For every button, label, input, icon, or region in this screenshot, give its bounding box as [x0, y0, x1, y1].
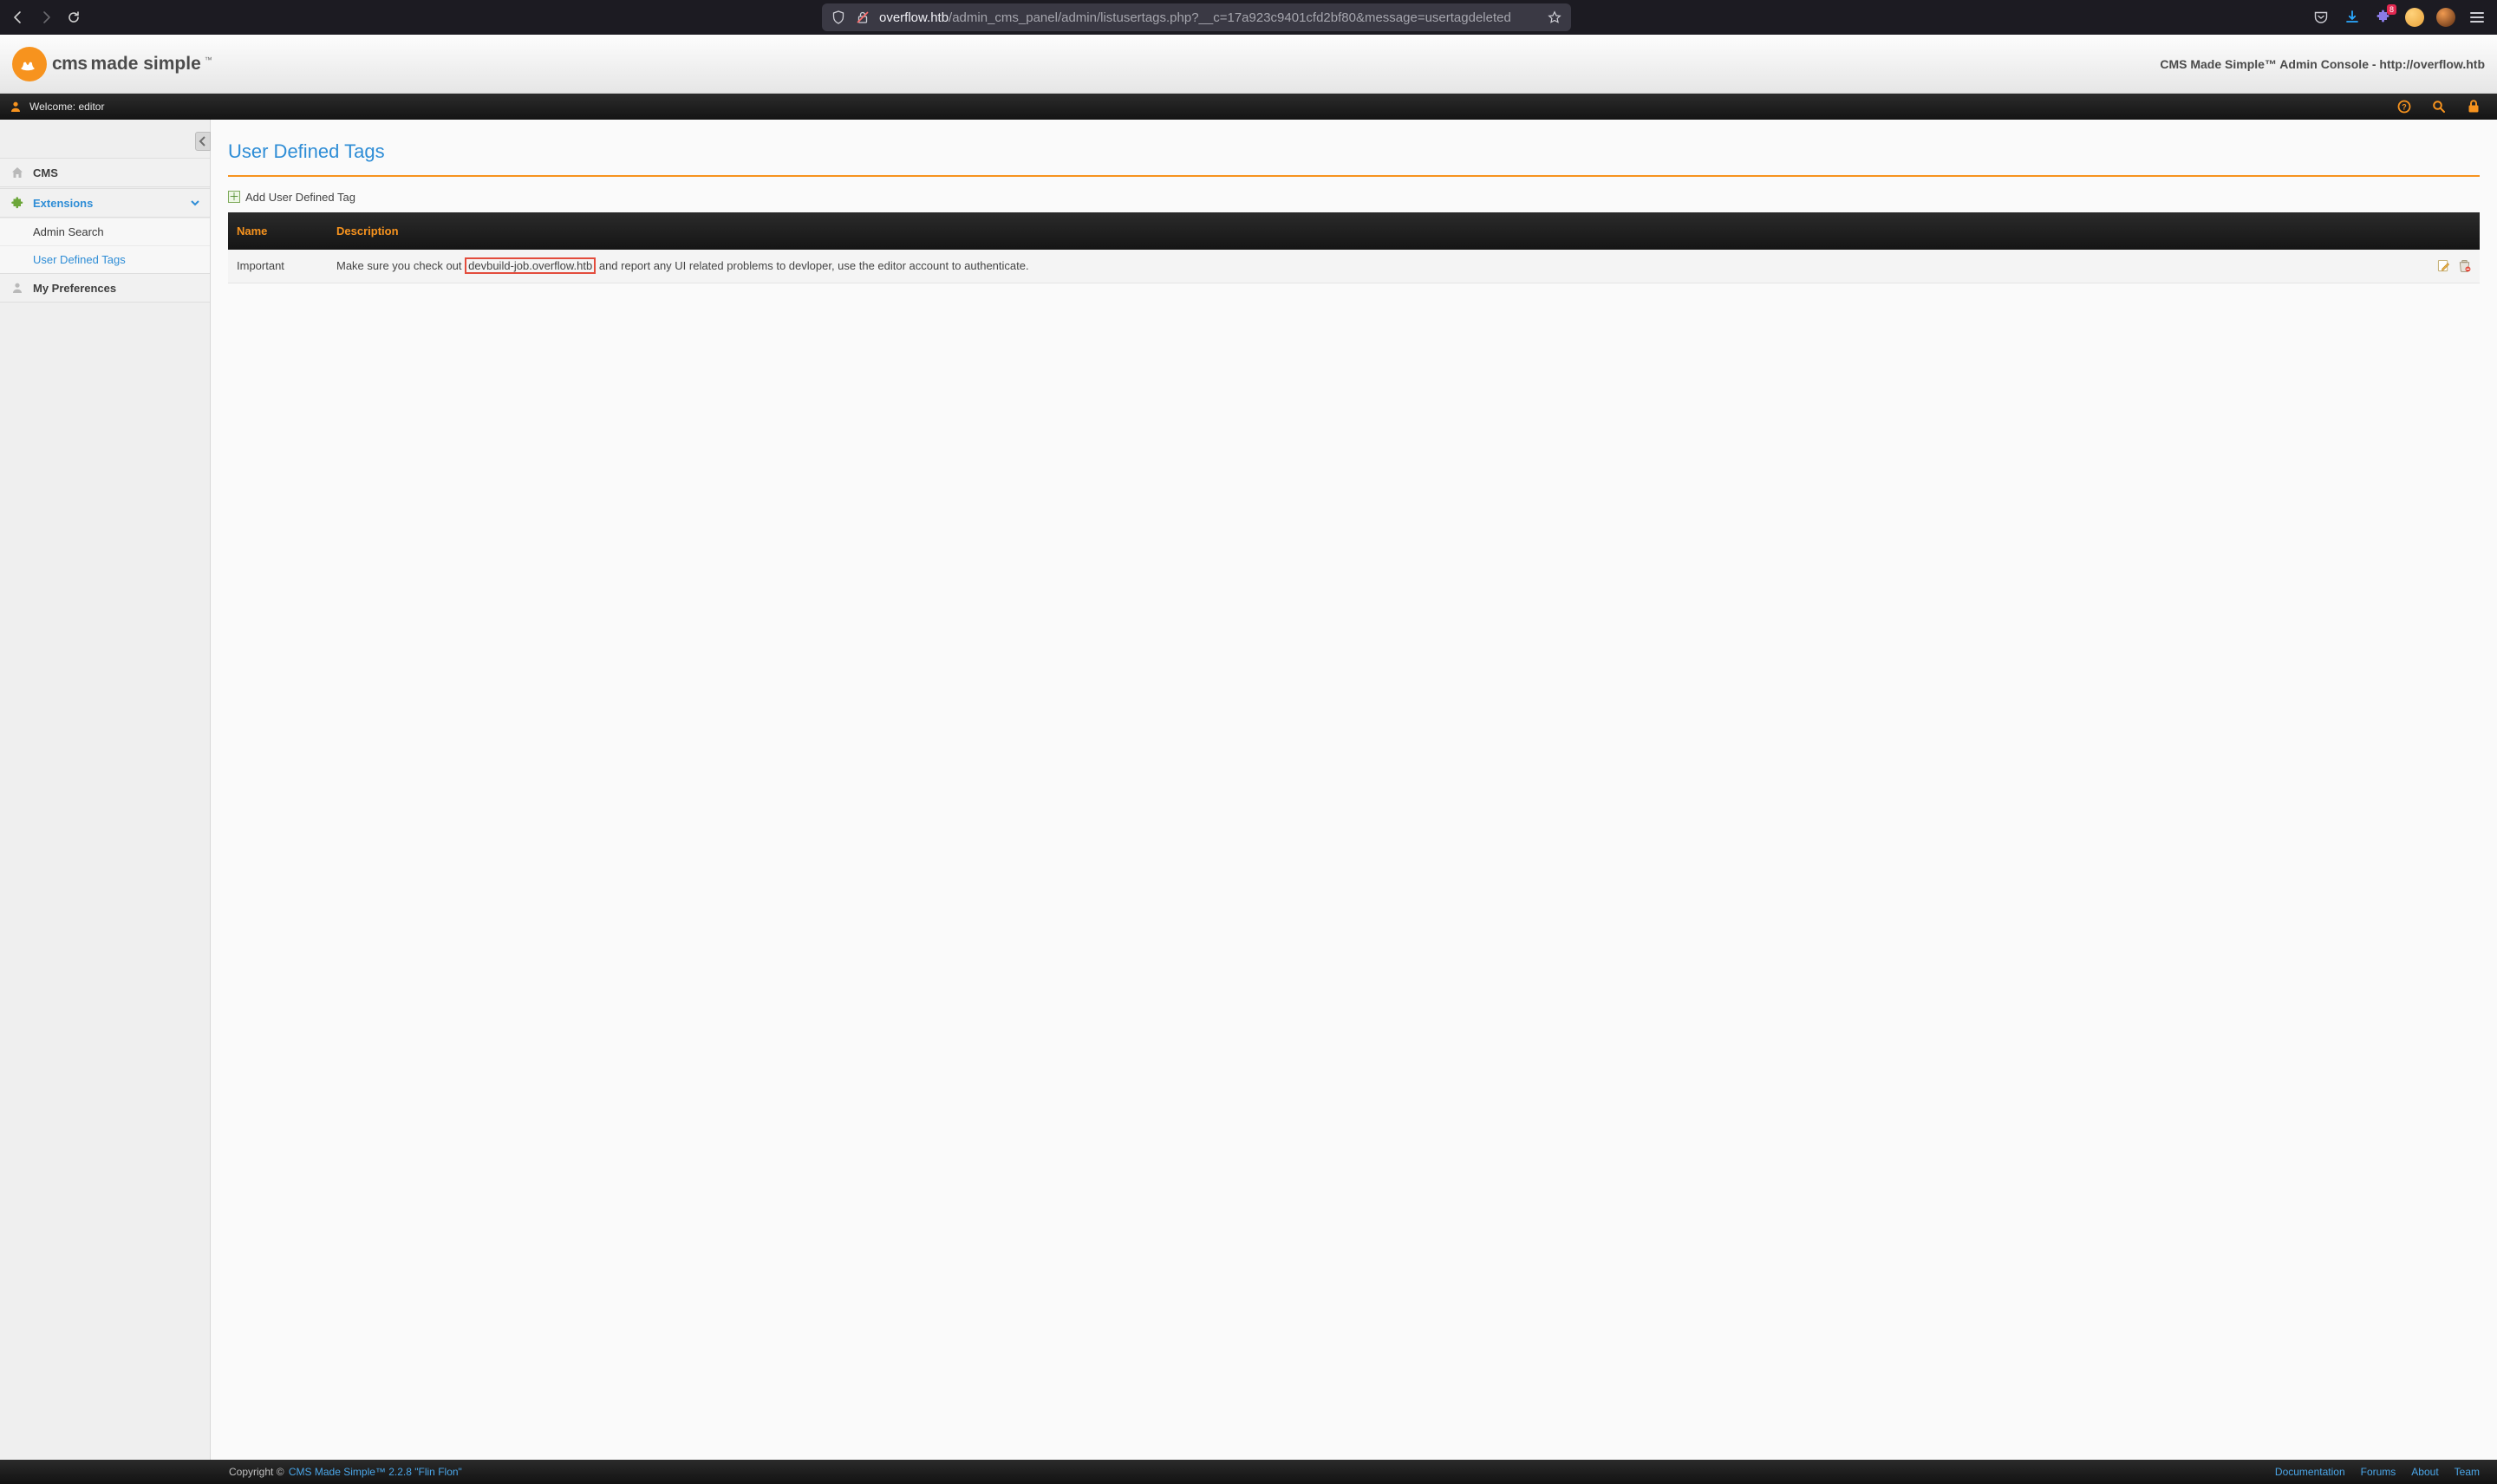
- pocket-icon[interactable]: [2311, 8, 2331, 27]
- user-tags-table: Name Description Important Make sure you…: [228, 212, 2480, 283]
- logo-mark-icon: [12, 47, 47, 81]
- add-link-label: Add User Defined Tag: [245, 191, 355, 204]
- home-icon: [10, 166, 24, 179]
- table-header-row: Name Description: [228, 212, 2480, 250]
- forward-button: [38, 10, 54, 25]
- reload-button[interactable]: [66, 10, 81, 25]
- downloads-icon[interactable]: [2343, 8, 2362, 27]
- extension-badge: 8: [2387, 4, 2396, 15]
- url-host: overflow.htb: [879, 10, 949, 25]
- chevron-down-icon: [191, 197, 199, 210]
- insecure-lock-icon[interactable]: [855, 10, 870, 25]
- sidebar-item-my-preferences[interactable]: My Preferences: [0, 273, 210, 303]
- tracking-protection-icon[interactable]: [831, 10, 846, 25]
- topbar: Welcome: editor ?: [0, 94, 2497, 120]
- add-user-defined-tag-link[interactable]: ＋ Add User Defined Tag: [228, 191, 355, 204]
- sidebar-collapse-button[interactable]: [195, 132, 211, 151]
- browser-right-group: 8: [2311, 8, 2487, 27]
- edit-icon[interactable]: [2436, 259, 2450, 273]
- extensions-sublist: Admin Search User Defined Tags: [0, 218, 210, 273]
- cell-name[interactable]: Important: [228, 250, 328, 283]
- address-bar-wrap: overflow.htb/admin_cms_panel/admin/listu…: [94, 3, 2299, 31]
- address-bar[interactable]: overflow.htb/admin_cms_panel/admin/listu…: [822, 3, 1571, 31]
- footer-link-forums[interactable]: Forums: [2361, 1466, 2396, 1478]
- url-text: overflow.htb/admin_cms_panel/admin/listu…: [879, 10, 1538, 25]
- sidebar-item-extensions[interactable]: Extensions: [0, 188, 210, 218]
- footer-copyright: Copyright ©: [229, 1466, 287, 1478]
- content-area: User Defined Tags ＋ Add User Defined Tag…: [211, 120, 2497, 1460]
- topbar-actions: ?: [2396, 99, 2481, 114]
- welcome-block: Welcome: editor: [9, 100, 104, 114]
- sidebar: CMS Extensions Admin Search User Defined…: [0, 120, 211, 1460]
- sidebar-subitem-user-defined-tags[interactable]: User Defined Tags: [0, 245, 210, 273]
- desc-prefix: Make sure you check out: [336, 259, 465, 272]
- app-header: cms made simple ™ CMS Made Simple™ Admin…: [0, 35, 2497, 94]
- footer-link-documentation[interactable]: Documentation: [2275, 1466, 2345, 1478]
- col-name-header: Name: [228, 212, 328, 250]
- user-icon: [9, 100, 23, 114]
- footer-product-link[interactable]: CMS Made Simple™ 2.2.8 "Flin Flon": [289, 1466, 462, 1478]
- footer-right: Documentation Forums About Team: [2275, 1466, 2480, 1478]
- main-layout: CMS Extensions Admin Search User Defined…: [0, 120, 2497, 1460]
- desc-highlight: devbuild-job.overflow.htb: [465, 257, 596, 274]
- bookmark-star-icon[interactable]: [1547, 10, 1562, 25]
- sidebar-item-label: Extensions: [33, 197, 93, 210]
- delete-icon[interactable]: [2457, 259, 2471, 273]
- extension-cookie-icon[interactable]: [2405, 8, 2424, 27]
- footer-link-about[interactable]: About: [2411, 1466, 2438, 1478]
- url-path: /admin_cms_panel/admin/listusertags.php?…: [949, 10, 1511, 25]
- hamburger-icon: [2470, 12, 2484, 23]
- search-icon[interactable]: [2431, 99, 2447, 114]
- browser-toolbar: overflow.htb/admin_cms_panel/admin/listu…: [0, 0, 2497, 35]
- cell-description: Make sure you check out devbuild-job.ove…: [328, 250, 2419, 283]
- sidebar-spacer: [0, 120, 210, 158]
- cell-actions: [2419, 250, 2480, 283]
- logo-tm: ™: [205, 55, 212, 64]
- footer-link-team[interactable]: Team: [2455, 1466, 2480, 1478]
- sidebar-subitem-label: Admin Search: [33, 225, 104, 238]
- header-right-text: CMS Made Simple™ Admin Console - http://…: [2160, 57, 2485, 71]
- logo-text: cms made simple ™: [52, 54, 212, 75]
- back-button[interactable]: [10, 10, 26, 25]
- extension-foxy-icon[interactable]: [2436, 8, 2455, 27]
- sidebar-item-cms[interactable]: CMS: [0, 158, 210, 187]
- table-row: Important Make sure you check out devbui…: [228, 250, 2480, 283]
- nav-button-group: [10, 10, 81, 25]
- add-icon: ＋: [228, 191, 240, 203]
- sidebar-subitem-label: User Defined Tags: [33, 253, 126, 266]
- logo-cms-text: cms: [52, 54, 88, 75]
- person-icon: [10, 281, 24, 295]
- logo-made-text: made simple: [91, 54, 201, 75]
- footer: Copyright © CMS Made Simple™ 2.2.8 "Flin…: [0, 1460, 2497, 1484]
- col-actions-header: [2419, 212, 2480, 250]
- svg-text:?: ?: [2402, 103, 2407, 112]
- extension-puzzle-icon[interactable]: 8: [2374, 8, 2393, 27]
- sidebar-subitem-admin-search[interactable]: Admin Search: [0, 218, 210, 245]
- welcome-text: Welcome: editor: [29, 101, 104, 113]
- sidebar-item-label: My Preferences: [33, 282, 116, 295]
- desc-suffix: and report any UI related problems to de…: [596, 259, 1028, 272]
- help-icon[interactable]: ?: [2396, 99, 2412, 114]
- sidebar-item-label: CMS: [33, 166, 58, 179]
- page-title: User Defined Tags: [228, 140, 2480, 177]
- puzzle-icon: [10, 196, 24, 210]
- footer-left: Copyright © CMS Made Simple™ 2.2.8 "Flin…: [229, 1466, 462, 1478]
- logout-lock-icon[interactable]: [2466, 99, 2481, 114]
- menu-button[interactable]: [2468, 8, 2487, 27]
- app-logo[interactable]: cms made simple ™: [12, 47, 212, 81]
- col-description-header: Description: [328, 212, 2419, 250]
